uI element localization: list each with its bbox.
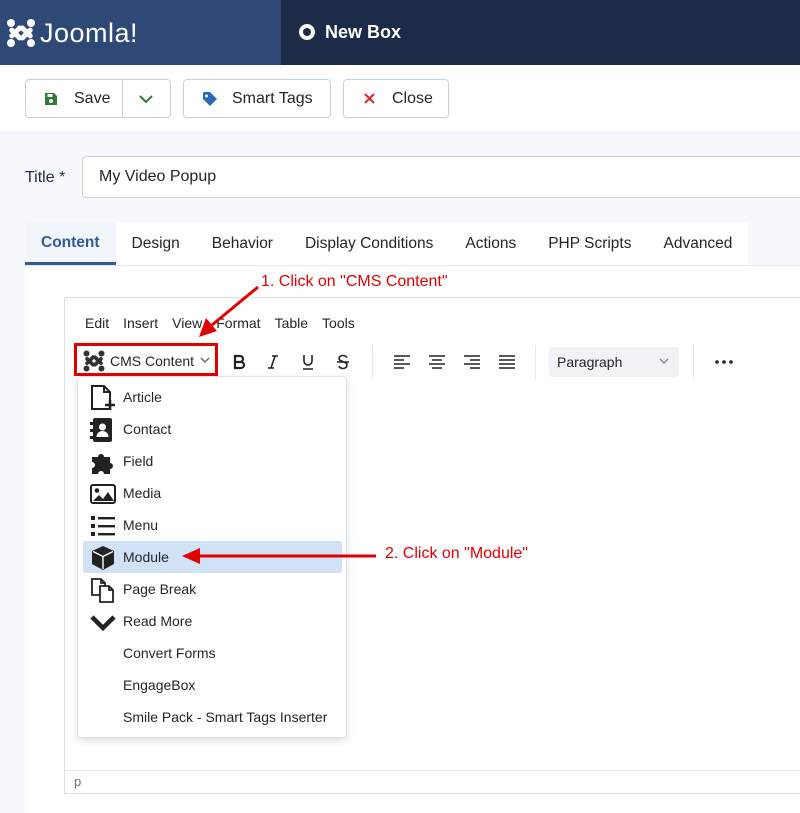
- menu-item-article[interactable]: Article: [83, 381, 342, 413]
- annotation-highlight-box: [74, 343, 218, 376]
- menu-item-label: Media: [123, 485, 162, 501]
- underline-button[interactable]: [295, 349, 321, 375]
- align-right-button[interactable]: [459, 349, 485, 375]
- add-document-icon: [91, 385, 115, 410]
- title-field-label: Title *: [25, 169, 66, 186]
- menu-item-label: Read More: [123, 613, 193, 629]
- align-justify-button[interactable]: [494, 349, 520, 375]
- menu-item-engagebox[interactable]: EngageBox: [83, 669, 342, 701]
- menu-item-label: Field: [123, 453, 154, 469]
- menu-item-label: Module: [123, 549, 169, 565]
- tab-bar: Content Design Behavior Display Conditio…: [25, 222, 749, 265]
- align-justify-icon: [499, 355, 515, 369]
- title-input[interactable]: [82, 156, 800, 198]
- contact-card-icon: [90, 418, 112, 442]
- page-title: New Box: [325, 22, 402, 42]
- menu-tools[interactable]: Tools: [315, 311, 362, 335]
- menu-item-label: EngageBox: [123, 677, 196, 693]
- menu-insert[interactable]: Insert: [116, 311, 165, 335]
- editor-menubar: Edit Insert View Format Table Tools: [65, 311, 362, 335]
- cube-icon: [92, 546, 114, 570]
- menu-item-label: Smile Pack - Smart Tags Inserter: [123, 709, 328, 725]
- menu-item-contact[interactable]: Contact: [83, 413, 342, 445]
- close-button[interactable]: Close: [343, 79, 449, 118]
- tab-advanced[interactable]: Advanced: [647, 222, 748, 265]
- italic-icon: [268, 355, 278, 369]
- ellipsis-icon: [715, 360, 733, 364]
- tab-php-scripts[interactable]: PHP Scripts: [532, 222, 647, 265]
- strikethrough-button[interactable]: [330, 349, 356, 375]
- menu-item-read-more[interactable]: Read More: [83, 605, 342, 637]
- editor-statusbar: p: [65, 770, 800, 794]
- puzzle-piece-icon: [92, 454, 113, 474]
- menu-item-page-break[interactable]: Page Break: [83, 573, 342, 605]
- cms-content-dropdown: Article Contact Field Media Menu Module …: [77, 376, 347, 738]
- align-left-icon: [394, 355, 410, 369]
- align-right-icon: [464, 355, 480, 369]
- save-button-group[interactable]: Save: [25, 79, 171, 118]
- chevron-down-icon[interactable]: [138, 92, 154, 106]
- more-options-button[interactable]: [711, 349, 737, 375]
- annotation-step-1: 1. Click on "CMS Content": [261, 273, 448, 290]
- annotation-step-2: 2. Click on "Module": [385, 545, 528, 562]
- menu-table[interactable]: Table: [268, 311, 315, 335]
- align-center-button[interactable]: [424, 349, 450, 375]
- block-format-select[interactable]: Paragraph: [549, 347, 679, 377]
- menu-item-convert-forms[interactable]: Convert Forms: [83, 637, 342, 669]
- menu-item-field[interactable]: Field: [83, 445, 342, 477]
- tab-design[interactable]: Design: [116, 222, 196, 265]
- bold-icon: [233, 354, 246, 370]
- tab-actions[interactable]: Actions: [449, 222, 532, 265]
- align-center-icon: [429, 355, 445, 369]
- strikethrough-icon: [337, 354, 349, 370]
- chevron-down-icon: [90, 615, 116, 632]
- joomla-logo-icon: [7, 19, 35, 47]
- menu-view[interactable]: View: [165, 311, 209, 335]
- floppy-disk-icon: [45, 93, 57, 105]
- menu-format[interactable]: Format: [209, 311, 267, 335]
- close-icon: [364, 93, 375, 104]
- tag-icon: [203, 92, 217, 106]
- menu-item-label: Menu: [123, 517, 159, 533]
- brand-area[interactable]: Joomla!: [0, 0, 281, 65]
- image-icon: [90, 484, 116, 504]
- radio-circle-icon: [299, 24, 315, 40]
- menu-item-label: Page Break: [123, 581, 197, 597]
- tab-display-conditions[interactable]: Display Conditions: [289, 222, 449, 265]
- bold-button[interactable]: [226, 349, 252, 375]
- toolbar-separator: [693, 345, 694, 379]
- brand-name: Joomla!: [40, 18, 139, 48]
- menu-item-media[interactable]: Media: [83, 477, 342, 509]
- close-label: Close: [392, 90, 433, 107]
- menu-edit[interactable]: Edit: [65, 311, 116, 335]
- copy-document-icon: [91, 578, 114, 603]
- app-header: Joomla! New Box: [0, 0, 800, 65]
- block-format-label: Paragraph: [557, 354, 623, 370]
- menu-item-menu[interactable]: Menu: [83, 509, 342, 541]
- action-toolbar: Save Smart Tags Close: [0, 65, 800, 133]
- list-icon: [91, 516, 115, 536]
- toolbar-separator: [535, 345, 536, 379]
- align-left-button[interactable]: [389, 349, 415, 375]
- italic-button[interactable]: [260, 349, 286, 375]
- save-button[interactable]: Save: [74, 79, 110, 118]
- menu-item-label: Article: [123, 389, 162, 405]
- menu-item-label: Convert Forms: [123, 645, 216, 661]
- element-path[interactable]: p: [74, 774, 81, 790]
- chevron-down-icon: [659, 358, 669, 364]
- menu-item-label: Contact: [123, 421, 172, 437]
- menu-item-smart-tags-inserter[interactable]: Smile Pack - Smart Tags Inserter: [83, 701, 342, 733]
- tab-content[interactable]: Content: [25, 222, 116, 265]
- split-divider: [122, 80, 123, 117]
- menu-item-module[interactable]: Module: [83, 541, 342, 573]
- toolbar-separator: [372, 345, 373, 379]
- smart-tags-button[interactable]: Smart Tags: [183, 79, 331, 118]
- smart-tags-label: Smart Tags: [232, 90, 313, 107]
- tab-behavior[interactable]: Behavior: [196, 222, 289, 265]
- underline-icon: [303, 355, 313, 370]
